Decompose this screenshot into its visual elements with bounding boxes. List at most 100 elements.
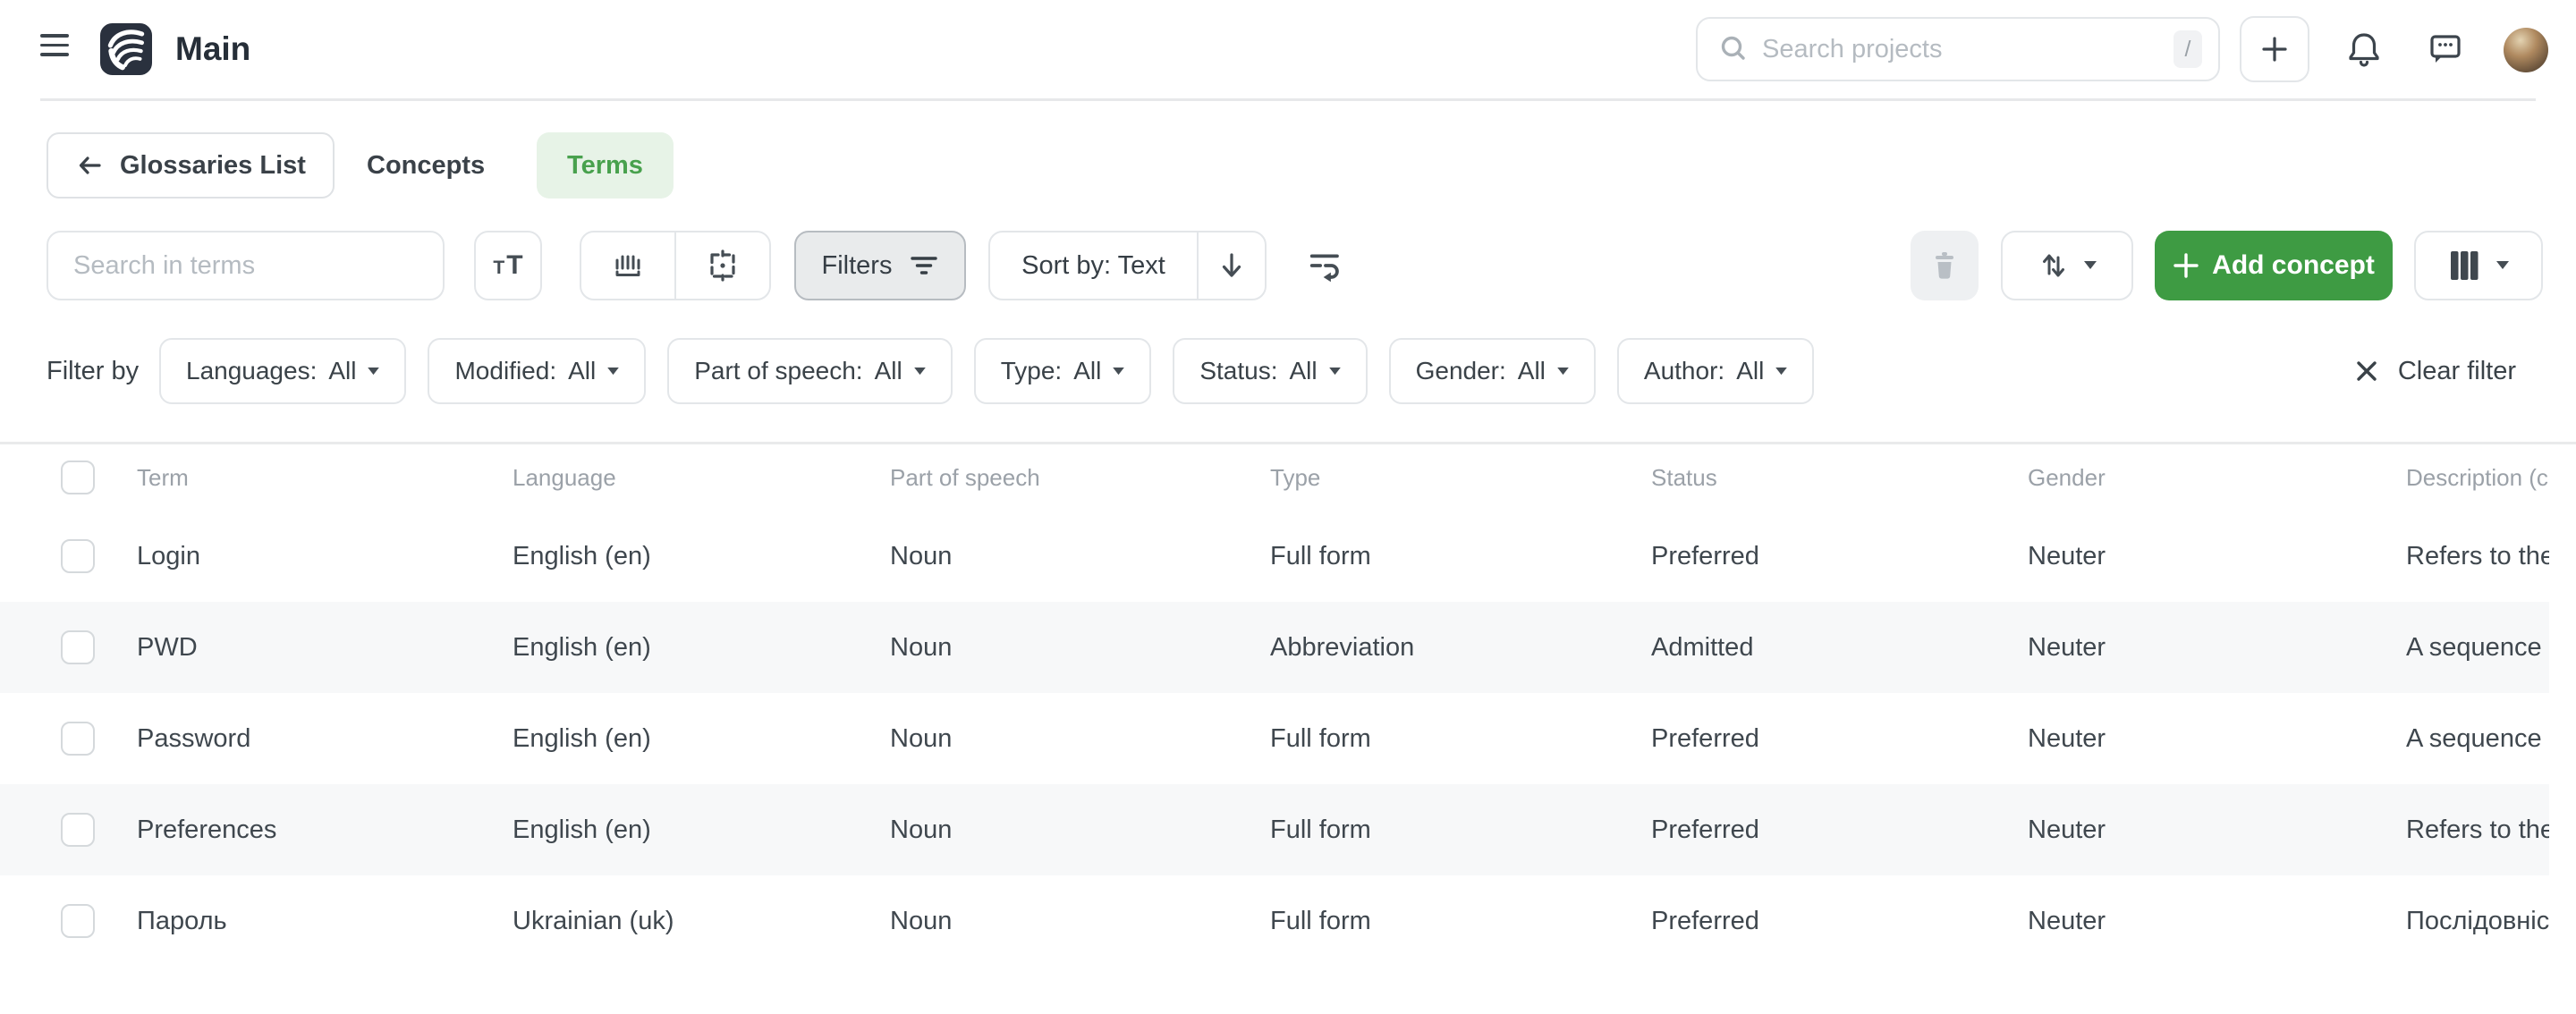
filter-modified[interactable]: Modified: All <box>428 338 646 404</box>
keyboard-shortcut-badge: / <box>2174 30 2202 68</box>
filter-value: All <box>1736 357 1764 385</box>
filters-button[interactable]: Filters <box>794 231 966 300</box>
cell-description: Послідовніст <box>2406 907 2549 936</box>
cell-description: A sequence o <box>2406 724 2549 754</box>
cell-part-of-speech: Noun <box>890 907 1270 936</box>
hamburger-menu-icon[interactable] <box>40 34 69 57</box>
column-header-description: Description (co <box>2406 464 2549 492</box>
row-checkbox[interactable] <box>61 813 95 847</box>
column-header-gender: Gender <box>2028 464 2406 492</box>
caret-down-icon <box>914 368 926 376</box>
columns-dropdown[interactable] <box>2414 231 2543 300</box>
close-icon <box>2355 359 2378 383</box>
cell-type: Full form <box>1270 724 1651 754</box>
crowdin-logo[interactable] <box>100 23 152 75</box>
row-checkbox[interactable] <box>61 904 95 938</box>
table-row[interactable]: PWD English (en) Noun Abbreviation Admit… <box>0 602 2549 693</box>
clear-filter-label: Clear filter <box>2398 357 2516 386</box>
glossary-nav: Glossaries List Concepts Terms <box>0 132 2576 199</box>
back-button-label: Glossaries List <box>120 151 306 181</box>
sort-by-button[interactable]: Sort by: Text <box>990 232 1197 299</box>
cell-description: Refers to the <box>2406 542 2549 571</box>
clear-filter-button[interactable]: Clear filter <box>2355 338 2516 404</box>
filters-button-label: Filters <box>822 251 893 281</box>
cell-part-of-speech: Noun <box>890 815 1270 845</box>
bell-icon <box>2346 30 2382 68</box>
cell-term: Preferences <box>137 815 513 845</box>
filter-chips: Languages: All Modified: All Part of spe… <box>159 338 1814 404</box>
caret-down-icon <box>368 368 379 376</box>
filter-label: Languages: <box>186 357 317 385</box>
filter-label: Part of speech: <box>694 357 862 385</box>
table-row[interactable]: Пароль Ukrainian (uk) Noun Full form Pre… <box>0 875 2549 967</box>
cell-gender: Neuter <box>2028 724 2406 754</box>
filter-type[interactable]: Type: All <box>974 338 1152 404</box>
filter-gender[interactable]: Gender: All <box>1389 338 1596 404</box>
table-row[interactable]: Login English (en) Noun Full form Prefer… <box>0 511 2549 602</box>
column-header-status: Status <box>1651 464 2028 492</box>
cell-term: Пароль <box>137 907 513 936</box>
tab-terms-label: Terms <box>567 151 643 181</box>
cell-status: Preferred <box>1651 815 2028 845</box>
add-concept-button[interactable]: Add concept <box>2155 231 2393 300</box>
cell-language: English (en) <box>513 542 890 571</box>
user-avatar[interactable] <box>2504 28 2548 72</box>
whole-phrase-button[interactable] <box>581 232 674 299</box>
columns-icon <box>2448 249 2480 282</box>
sort-direction-button[interactable] <box>1197 232 1265 299</box>
notifications-button[interactable] <box>2346 30 2382 68</box>
tab-concepts[interactable]: Concepts <box>367 132 485 199</box>
tab-terms[interactable]: Terms <box>537 132 674 199</box>
filter-author[interactable]: Author: All <box>1617 338 1814 404</box>
row-checkbox[interactable] <box>61 630 95 664</box>
page-title: Main <box>175 0 250 98</box>
messages-button[interactable] <box>2427 30 2464 68</box>
filter-status[interactable]: Status: All <box>1173 338 1367 404</box>
back-arrow-icon <box>75 152 104 179</box>
delete-button[interactable] <box>1911 231 1979 300</box>
caret-down-icon <box>1113 368 1124 376</box>
cell-term: Login <box>137 542 513 571</box>
back-to-glossaries-button[interactable]: Glossaries List <box>47 132 335 199</box>
select-all-checkbox[interactable] <box>61 461 95 494</box>
filter-label: Status: <box>1199 357 1277 385</box>
row-checkbox[interactable] <box>61 539 95 573</box>
filter-languages[interactable]: Languages: All <box>159 338 406 404</box>
selection-icon <box>706 249 740 283</box>
header-divider <box>40 98 2536 101</box>
filter-part-of-speech[interactable]: Part of speech: All <box>667 338 952 404</box>
filter-value: All <box>568 357 596 385</box>
column-header-term: Term <box>137 464 513 492</box>
filter-lines-icon <box>910 253 938 278</box>
table-header-row: Term Language Part of speech Type Status… <box>0 444 2549 511</box>
cell-gender: Neuter <box>2028 633 2406 663</box>
search-terms-placeholder: Search in terms <box>73 251 255 281</box>
cell-type: Full form <box>1270 542 1651 571</box>
table-row[interactable]: Password English (en) Noun Full form Pre… <box>0 693 2549 784</box>
cell-status: Preferred <box>1651 542 2028 571</box>
cell-language: English (en) <box>513 815 890 845</box>
create-button[interactable] <box>2240 16 2309 82</box>
wrap-text-button[interactable] <box>1299 231 1352 300</box>
cell-language: English (en) <box>513 633 890 663</box>
caret-down-icon <box>1775 368 1787 376</box>
import-export-dropdown[interactable] <box>2001 231 2133 300</box>
top-bar: Main Search projects / <box>0 0 2576 98</box>
arrow-down-icon <box>1216 250 1247 281</box>
caret-down-icon <box>1329 368 1341 376</box>
match-case-button[interactable]: TT <box>474 231 542 300</box>
search-projects-input[interactable]: Search projects / <box>1696 17 2220 81</box>
cell-part-of-speech: Noun <box>890 724 1270 754</box>
search-terms-input[interactable]: Search in terms <box>47 231 445 300</box>
row-checkbox[interactable] <box>61 722 95 756</box>
caret-down-icon <box>2496 261 2509 270</box>
regexp-button[interactable] <box>674 232 769 299</box>
search-projects-placeholder: Search projects <box>1762 35 2174 64</box>
add-concept-label: Add concept <box>2212 250 2375 281</box>
cell-term: Password <box>137 724 513 754</box>
table-row[interactable]: Preferences English (en) Noun Full form … <box>0 784 2549 875</box>
terms-table: Term Language Part of speech Type Status… <box>0 442 2576 967</box>
cell-status: Preferred <box>1651 724 2028 754</box>
filter-bar: Filter by Languages: All Modified: All P… <box>0 338 2576 404</box>
cell-type: Full form <box>1270 907 1651 936</box>
